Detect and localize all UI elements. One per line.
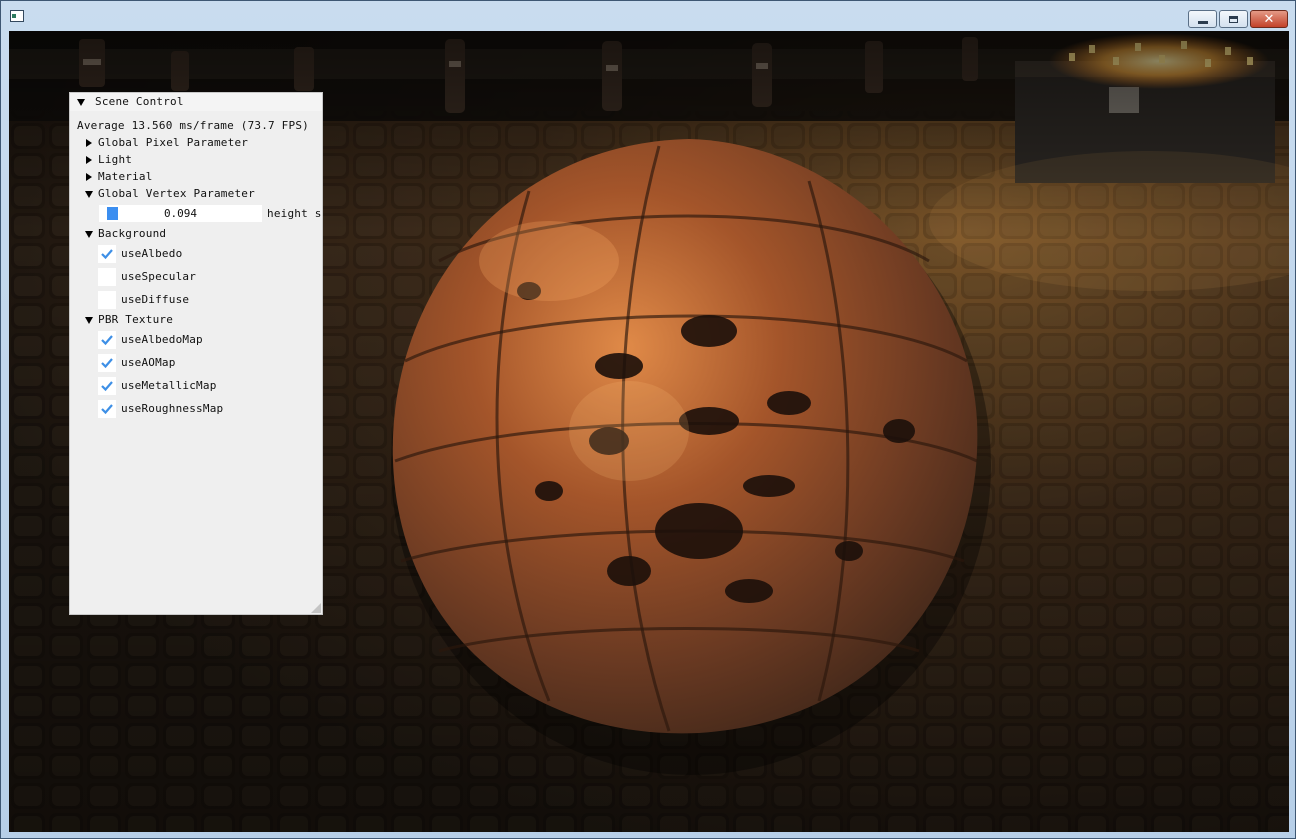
use-roughness-map-checkbox[interactable]: [98, 400, 116, 418]
collapse-triangle-icon: [85, 191, 93, 198]
height-scale-slider[interactable]: 0.094: [99, 205, 262, 222]
expand-triangle-icon: [86, 173, 92, 181]
check-icon: [101, 358, 113, 369]
panel-title: Scene Control: [95, 95, 184, 108]
section-label: Material: [98, 170, 153, 183]
section-label: PBR Texture: [98, 313, 174, 326]
expand-triangle-icon: [86, 139, 92, 147]
use-ao-map-checkbox[interactable]: [98, 354, 116, 372]
title-bar[interactable]: ✕: [1, 1, 1295, 31]
use-albedo-map-label: useAlbedoMap: [121, 333, 203, 346]
render-viewport[interactable]: Scene Control Average 13.560 ms/frame (7…: [9, 31, 1289, 832]
use-roughness-map-label: useRoughnessMap: [121, 402, 224, 415]
maximize-button[interactable]: [1219, 10, 1248, 28]
app-window: ✕ Scene Control Average 13.560 ms/frame …: [0, 0, 1296, 839]
use-albedo-label: useAlbedo: [121, 247, 183, 260]
expand-triangle-icon: [86, 156, 92, 164]
section-label: Global Vertex Parameter: [98, 187, 255, 200]
use-albedo-checkbox[interactable]: [98, 245, 116, 263]
scene-control-panel[interactable]: Scene Control Average 13.560 ms/frame (7…: [69, 92, 323, 615]
section-label: Light: [98, 153, 133, 166]
use-ao-map-label: useAOMap: [121, 356, 176, 369]
slider-value: 0.094: [163, 207, 198, 220]
collapse-triangle-icon[interactable]: [77, 99, 85, 106]
use-specular-label: useSpecular: [121, 270, 197, 283]
slider-label: height s: [267, 207, 322, 220]
section-label: Background: [98, 227, 167, 240]
use-metallic-map-label: useMetallicMap: [121, 379, 217, 392]
close-button[interactable]: ✕: [1250, 10, 1288, 28]
check-icon: [101, 381, 113, 392]
check-icon: [101, 249, 113, 260]
maximize-icon: [1229, 15, 1238, 23]
resize-grip[interactable]: [311, 603, 321, 613]
collapse-triangle-icon: [85, 317, 93, 324]
panel-title-bar[interactable]: Scene Control: [70, 93, 322, 111]
use-metallic-map-checkbox[interactable]: [98, 377, 116, 395]
minimize-button[interactable]: [1188, 10, 1217, 28]
collapse-triangle-icon: [85, 231, 93, 238]
minimize-icon: [1197, 20, 1208, 24]
check-icon: [101, 335, 113, 346]
frame-stats: Average 13.560 ms/frame (73.7 FPS): [77, 119, 309, 132]
close-icon: ✕: [1263, 11, 1275, 27]
check-icon: [101, 404, 113, 415]
use-diffuse-label: useDiffuse: [121, 293, 190, 306]
app-icon: [10, 10, 24, 22]
use-albedo-map-checkbox[interactable]: [98, 331, 116, 349]
section-label: Global Pixel Parameter: [98, 136, 249, 149]
use-diffuse-checkbox[interactable]: [98, 291, 116, 309]
use-specular-checkbox[interactable]: [98, 268, 116, 286]
